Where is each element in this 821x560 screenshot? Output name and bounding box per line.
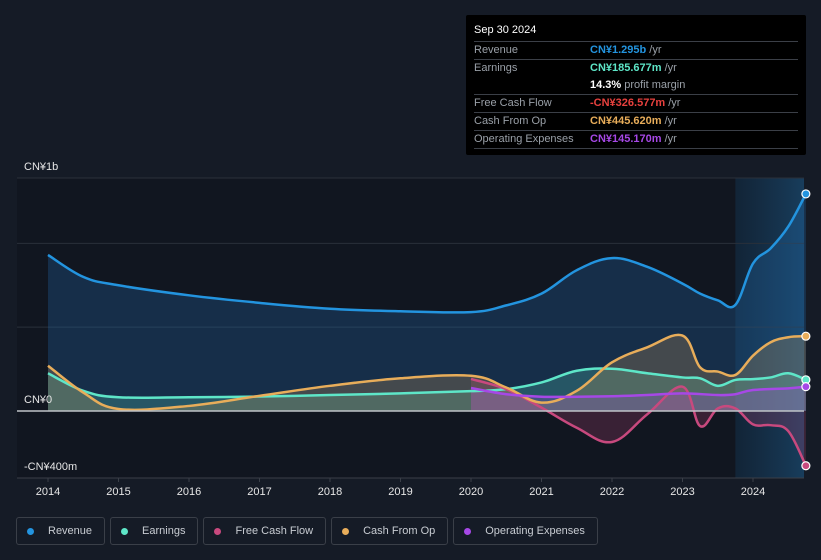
tooltip-label: Revenue: [474, 44, 519, 56]
tooltip-row-operating-expenses: Operating Expenses CN¥145.170m /yr: [474, 131, 798, 149]
tooltip-row-free-cash-flow: Free Cash Flow -CN¥326.577m /yr: [474, 95, 798, 113]
free-cash-flow-dot-icon: [214, 527, 222, 535]
legend-label: Operating Expenses: [485, 525, 585, 537]
earnings-dot-icon: [121, 527, 129, 535]
legend-item-revenue[interactable]: Revenue: [16, 517, 106, 545]
tooltip-row-earnings: Earnings CN¥185.677m /yr: [474, 60, 798, 77]
legend: Revenue Earnings Free Cash Flow Cash Fro…: [16, 517, 598, 545]
revenue-end-marker: [801, 189, 811, 199]
tooltip-row-revenue: Revenue CN¥1.295b /yr: [474, 42, 798, 60]
tooltip-value: CN¥445.620m: [590, 115, 662, 127]
x-tick-label: 2021: [529, 486, 553, 498]
operating-expenses-end-marker: [801, 382, 811, 392]
tooltip-label: [474, 77, 590, 94]
x-tick-label: 2020: [459, 486, 483, 498]
x-tick-label: 2016: [177, 486, 201, 498]
tooltip-value: CN¥1.295b: [590, 44, 647, 56]
legend-label: Cash From Op: [363, 525, 436, 537]
x-tick-label: 2024: [741, 486, 765, 498]
legend-item-earnings[interactable]: Earnings: [110, 517, 199, 545]
y-axis-label: CN¥1b: [24, 161, 58, 173]
free-cash-flow-end-marker: [801, 461, 811, 471]
tooltip-unit: profit margin: [624, 79, 686, 91]
cash-from-op-dot-icon: [342, 527, 350, 535]
tooltip-unit: /yr: [664, 133, 677, 145]
legend-item-cash-from-op[interactable]: Cash From Op: [331, 517, 449, 545]
tooltip-row-profit-margin: 14.3% profit margin: [474, 77, 798, 95]
tooltip-unit: /yr: [668, 97, 681, 109]
tooltip-label: Operating Expenses: [474, 133, 574, 145]
cash-from-op-end-marker: [801, 331, 811, 341]
y-axis-label: -CN¥400m: [24, 461, 77, 473]
tooltip-row-cash-from-op: Cash From Op CN¥445.620m /yr: [474, 113, 798, 131]
tooltip-date: Sep 30 2024: [474, 21, 798, 42]
x-tick-label: 2023: [670, 486, 694, 498]
operating-expenses-dot-icon: [464, 527, 472, 535]
legend-item-free-cash-flow[interactable]: Free Cash Flow: [203, 517, 327, 545]
tooltip-value: -CN¥326.577m: [590, 97, 666, 109]
x-axis-ticks: 2014 2015 2016 2017 2018 2019 2020 2021 2022 2023…: [36, 478, 765, 498]
legend-item-operating-expenses[interactable]: Operating Expenses: [453, 517, 598, 545]
tooltip-value: 14.3%: [590, 79, 622, 91]
x-tick-label: 2017: [247, 486, 271, 498]
tooltip-label: Earnings: [474, 62, 518, 74]
y-axis-label: CN¥0: [24, 394, 52, 406]
legend-label: Earnings: [142, 525, 186, 537]
legend-label: Revenue: [48, 525, 93, 537]
x-tick-label: 2018: [318, 486, 342, 498]
tooltip-unit: /yr: [664, 62, 677, 74]
x-tick-label: 2014: [36, 486, 60, 498]
tooltip-unit: /yr: [664, 115, 677, 127]
legend-label: Free Cash Flow: [235, 525, 314, 537]
x-tick-label: 2019: [388, 486, 412, 498]
tooltip-unit: /yr: [649, 44, 662, 56]
tooltip: Sep 30 2024 Revenue CN¥1.295b /yr Earnin…: [466, 15, 806, 155]
tooltip-value: CN¥185.677m: [590, 62, 662, 74]
tooltip-label: Free Cash Flow: [474, 97, 552, 109]
tooltip-label: Cash From Op: [474, 115, 547, 127]
tooltip-value: CN¥145.170m: [590, 133, 662, 145]
x-tick-label: 2022: [600, 486, 624, 498]
revenue-dot-icon: [27, 527, 34, 535]
x-tick-label: 2015: [106, 486, 130, 498]
